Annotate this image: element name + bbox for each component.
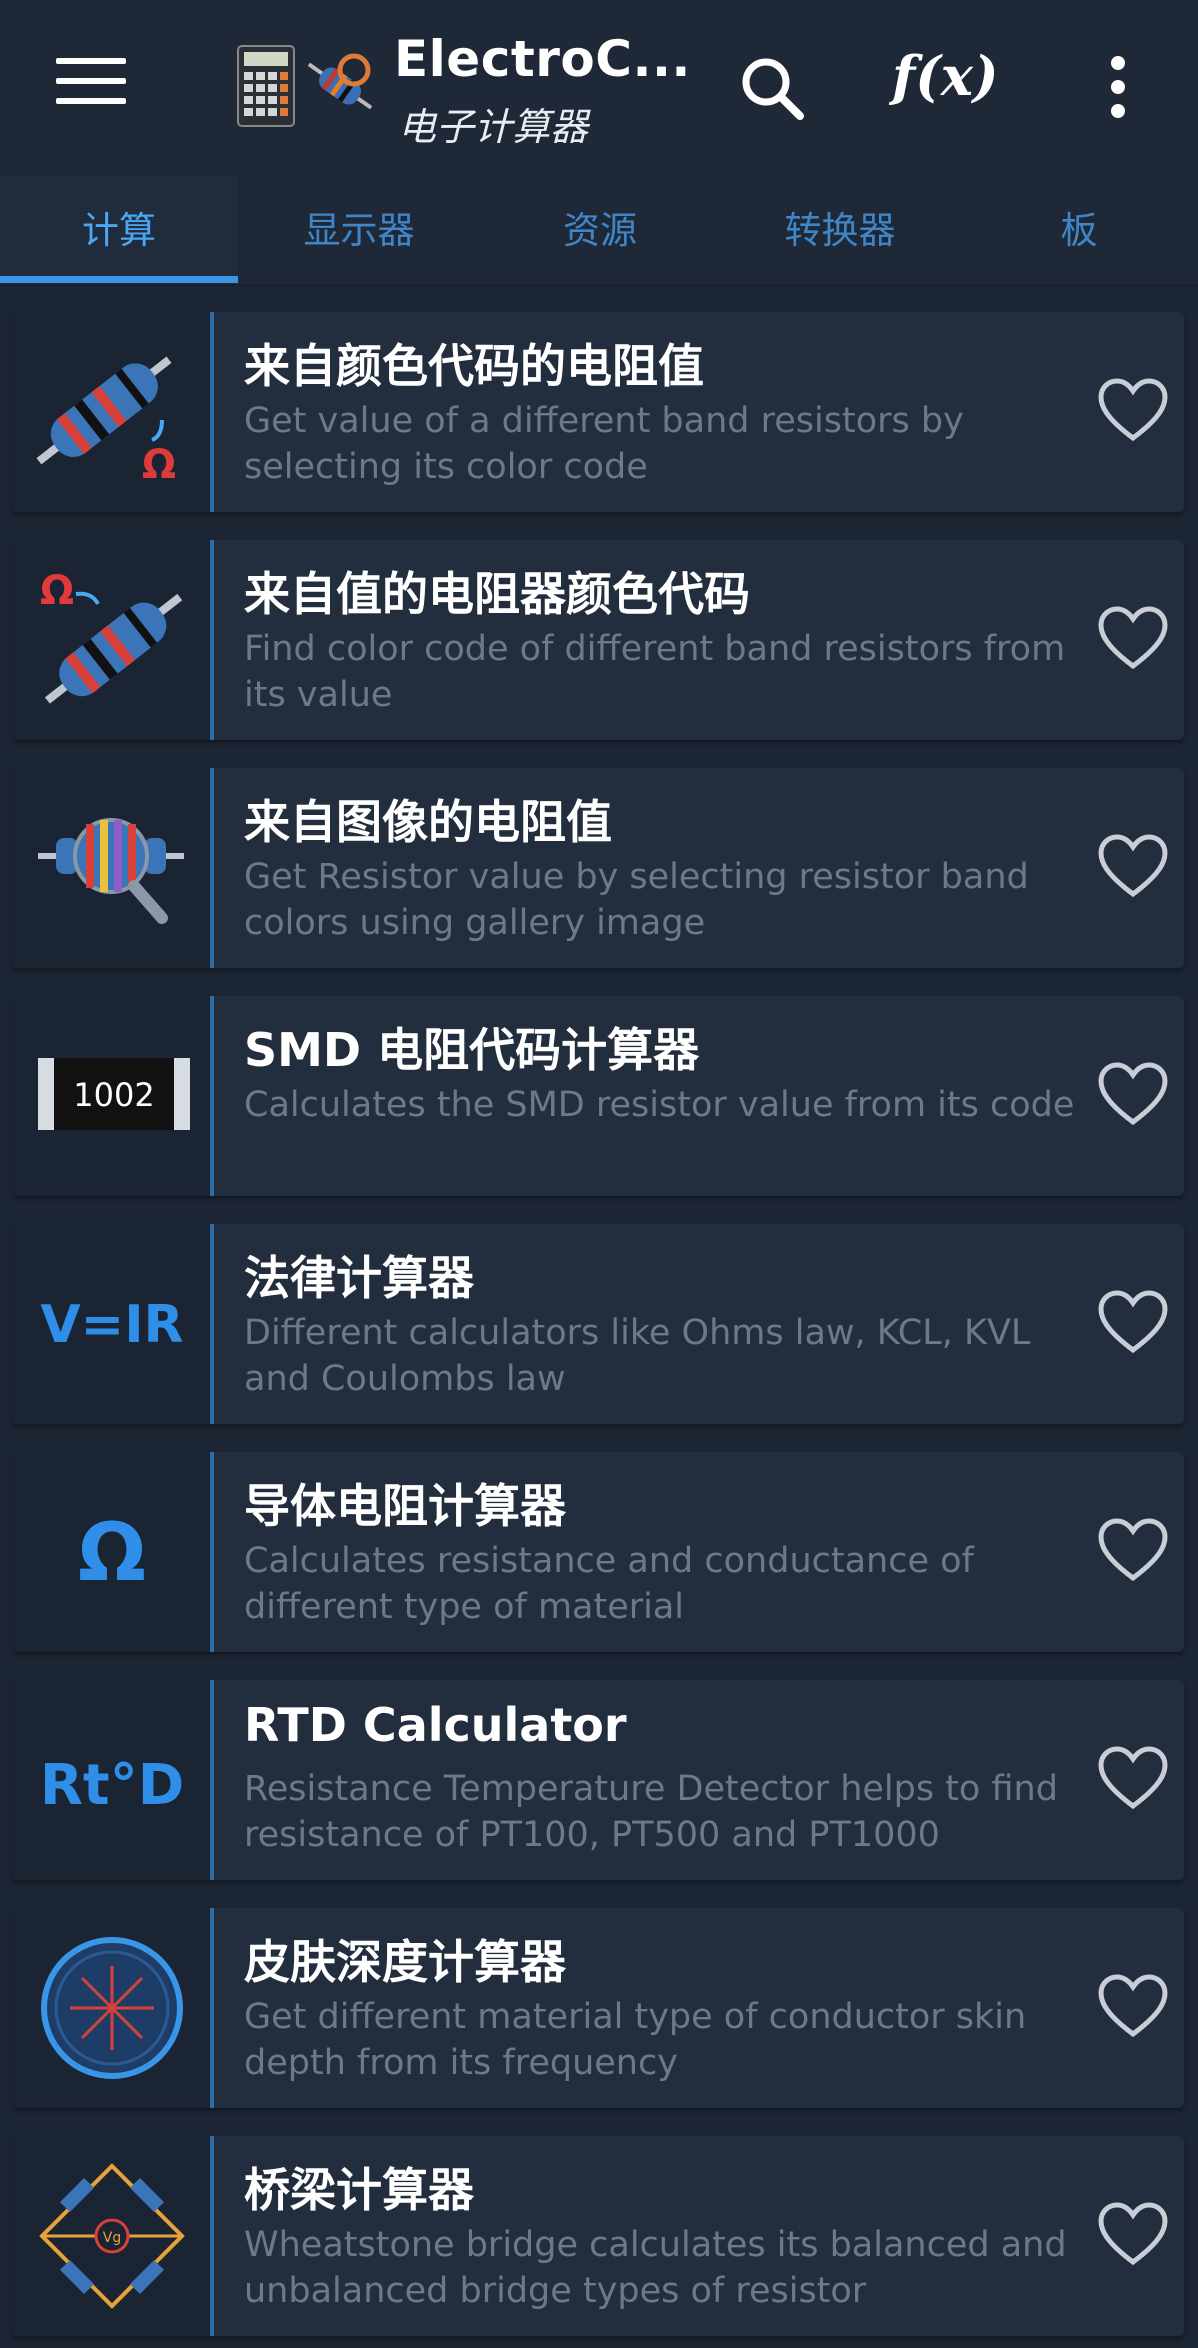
more-vert-icon[interactable]	[1100, 56, 1136, 126]
calculator-logo-icon	[237, 45, 373, 127]
item-description: Find color code of different band resist…	[244, 629, 1066, 715]
item-title: 导体电阻计算器	[244, 1479, 566, 1533]
item-title: 来自颜色代码的电阻值	[244, 339, 704, 393]
heart-icon[interactable]	[1098, 378, 1168, 444]
item-description: Different calculators like Ohms law, KCL…	[244, 1313, 1031, 1399]
list-item[interactable]: 1002 SMD 电阻代码计算器 Calculates the SMD resi…	[12, 996, 1184, 1196]
item-title: 来自值的电阻器颜色代码	[244, 567, 750, 621]
smd-resistor-icon: 1002	[12, 996, 214, 1196]
list-item[interactable]: Ω 来自值的电阻器颜色代码 Find color code of differe…	[12, 540, 1184, 740]
ohms-law-icon: V=IR	[12, 1224, 214, 1424]
search-icon[interactable]	[734, 50, 814, 130]
tab-calculate[interactable]: 计算	[0, 176, 238, 286]
list-item[interactable]: V=IR 法律计算器 Different calculators like Oh…	[12, 1224, 1184, 1424]
heart-icon[interactable]	[1098, 1974, 1168, 2040]
item-description: Get different material type of conductor…	[244, 1997, 1027, 2083]
item-title: 桥梁计算器	[244, 2163, 474, 2217]
item-description: Resistance Temperature Detector helps to…	[244, 1769, 1058, 1855]
heart-icon[interactable]	[1098, 834, 1168, 900]
list-item[interactable]: Vg 桥梁计算器 Wheatstone bridge calculates it…	[12, 2136, 1184, 2336]
wheatstone-bridge-icon: Vg	[12, 2136, 214, 2336]
item-description: Calculates the SMD resistor value from i…	[244, 1085, 1075, 1125]
list-item[interactable]: Rt°D RTD Calculator Resistance Temperatu…	[12, 1680, 1184, 1880]
list-item[interactable]: Ω 导体电阻计算器 Calculates resistance and cond…	[12, 1452, 1184, 1652]
item-title: 皮肤深度计算器	[244, 1935, 566, 1989]
app-subtitle: 电子计算器	[398, 105, 589, 149]
tab-board[interactable]: 板	[960, 176, 1198, 286]
omega-icon: Ω	[12, 1452, 214, 1652]
resistor-to-ohm-icon: Ω	[12, 312, 214, 512]
tab-bar: 计算 显示器 资源 转换器 板	[0, 176, 1198, 286]
item-title: SMD 电阻代码计算器	[244, 1023, 700, 1077]
omega-text: Ω	[78, 1506, 146, 1599]
list-item[interactable]: 皮肤深度计算器 Get different material type of c…	[12, 1908, 1184, 2108]
tab-indicator	[0, 276, 238, 283]
heart-icon[interactable]	[1098, 606, 1168, 672]
rtd-text: Rt°D	[40, 1753, 184, 1818]
list-item[interactable]: 来自图像的电阻值 Get Resistor value by selecting…	[12, 768, 1184, 968]
svg-text:Ω: Ω	[142, 442, 176, 488]
list-item[interactable]: Ω 来自颜色代码的电阻值 Get value of a different ba…	[12, 312, 1184, 512]
item-title: 法律计算器	[244, 1251, 474, 1305]
heart-icon[interactable]	[1098, 1290, 1168, 1356]
skin-depth-icon	[12, 1908, 214, 2108]
item-description: Get Resistor value by selecting resistor…	[244, 857, 1029, 943]
heart-icon[interactable]	[1098, 1062, 1168, 1128]
app-bar: ElectroC... 电子计算器 f(x)	[0, 0, 1198, 176]
tab-divider	[0, 284, 1198, 286]
ohm-to-resistor-icon: Ω	[12, 540, 214, 740]
tab-display[interactable]: 显示器	[238, 176, 480, 286]
tab-resources[interactable]: 资源	[480, 176, 720, 286]
heart-icon[interactable]	[1098, 1746, 1168, 1812]
resistor-magnifier-icon	[12, 768, 214, 968]
rtd-icon: Rt°D	[12, 1680, 214, 1880]
item-title: RTD Calculator	[244, 1698, 627, 1752]
item-title: 来自图像的电阻值	[244, 795, 612, 849]
smd-code-text: 1002	[73, 1076, 154, 1114]
item-description: Calculates resistance and conductance of…	[244, 1541, 974, 1627]
ohms-law-text: V=IR	[40, 1295, 183, 1355]
function-button[interactable]: f(x)	[892, 44, 999, 108]
bridge-label: Vg	[103, 2230, 121, 2246]
tab-converter[interactable]: 转换器	[720, 176, 960, 286]
heart-icon[interactable]	[1098, 1518, 1168, 1584]
item-description: Get value of a different band resistors …	[244, 401, 964, 487]
item-description: Wheatstone bridge calculates its balance…	[244, 2225, 1067, 2311]
app-title: ElectroC...	[394, 30, 691, 88]
menu-icon[interactable]	[56, 58, 126, 114]
heart-icon[interactable]	[1098, 2202, 1168, 2268]
svg-text:Ω: Ω	[40, 568, 74, 614]
